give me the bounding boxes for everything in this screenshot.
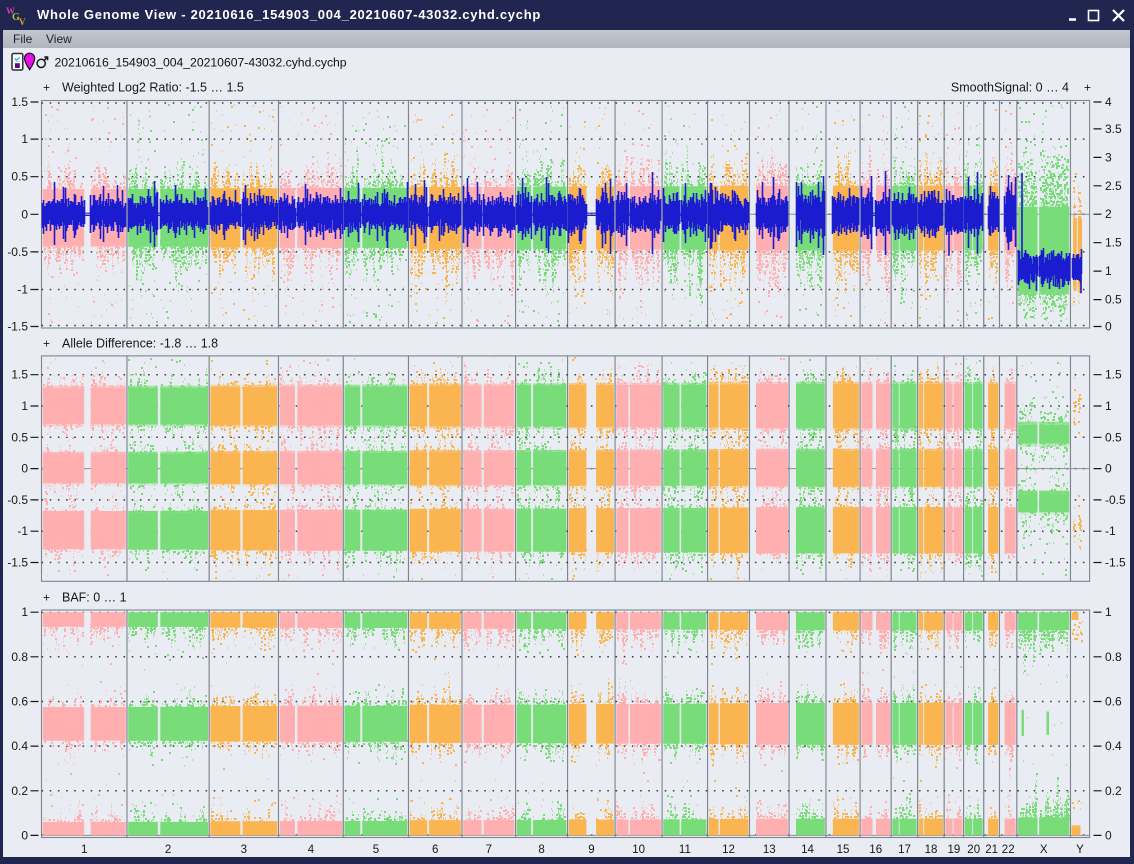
svg-text:0.8: 0.8 xyxy=(11,650,28,664)
svg-text:19: 19 xyxy=(948,844,961,856)
svg-text:-1: -1 xyxy=(1105,524,1116,538)
svg-text:20: 20 xyxy=(967,844,980,856)
svg-text:21: 21 xyxy=(985,844,998,856)
svg-text:0: 0 xyxy=(21,828,28,842)
svg-text:-1: -1 xyxy=(17,283,28,297)
svg-text:0.8: 0.8 xyxy=(1105,650,1122,664)
svg-text:2: 2 xyxy=(1105,207,1112,221)
svg-text:V: V xyxy=(19,17,26,27)
svg-text:1: 1 xyxy=(1105,399,1112,413)
svg-text:3: 3 xyxy=(241,844,247,856)
svg-text:17: 17 xyxy=(898,844,911,856)
svg-text:+: + xyxy=(43,337,50,351)
svg-text:1: 1 xyxy=(81,844,87,856)
svg-text:1: 1 xyxy=(21,605,28,619)
svg-text:0.4: 0.4 xyxy=(11,739,28,753)
svg-text:3.5: 3.5 xyxy=(1105,122,1122,136)
svg-text:1.5: 1.5 xyxy=(11,368,28,382)
svg-text:3: 3 xyxy=(1105,150,1112,164)
svg-text:Allele Difference: -1.8 … 1.8: Allele Difference: -1.8 … 1.8 xyxy=(62,337,218,351)
svg-text:9: 9 xyxy=(588,844,594,856)
svg-text:0.5: 0.5 xyxy=(11,430,28,444)
svg-text:1.5: 1.5 xyxy=(11,95,28,109)
svg-text:22: 22 xyxy=(1002,844,1015,856)
svg-text:14: 14 xyxy=(801,844,814,856)
svg-text:8: 8 xyxy=(538,844,544,856)
svg-text:1: 1 xyxy=(21,399,28,413)
svg-text:0.5: 0.5 xyxy=(11,170,28,184)
svg-text:-0.5: -0.5 xyxy=(7,245,28,259)
svg-text:13: 13 xyxy=(763,844,776,856)
svg-text:20210616_154903_004_20210607-4: 20210616_154903_004_20210607-43032.cyhd.… xyxy=(55,56,347,70)
svg-text:-1.5: -1.5 xyxy=(1105,556,1126,570)
svg-text:0.6: 0.6 xyxy=(11,695,28,709)
svg-text:0.4: 0.4 xyxy=(1105,739,1122,753)
svg-text:SmoothSignal: 0 … 4: SmoothSignal: 0 … 4 xyxy=(951,81,1069,95)
svg-text:7: 7 xyxy=(486,844,492,856)
svg-text:10: 10 xyxy=(632,844,645,856)
svg-text:12: 12 xyxy=(722,844,735,856)
svg-text:0.5: 0.5 xyxy=(1105,293,1122,307)
svg-text:0.2: 0.2 xyxy=(1105,784,1122,798)
svg-text:0.2: 0.2 xyxy=(11,784,28,798)
svg-text:1.5: 1.5 xyxy=(1105,236,1122,250)
svg-text:4: 4 xyxy=(1105,95,1112,109)
svg-text:1: 1 xyxy=(1105,605,1112,619)
svg-text:-1.5: -1.5 xyxy=(7,556,28,570)
svg-text:5: 5 xyxy=(373,844,379,856)
svg-text:4: 4 xyxy=(308,844,315,856)
svg-text:1: 1 xyxy=(21,132,28,146)
svg-text:0.5: 0.5 xyxy=(1105,430,1122,444)
svg-text:0: 0 xyxy=(21,207,28,221)
svg-text:18: 18 xyxy=(925,844,938,856)
svg-text:16: 16 xyxy=(869,844,882,856)
svg-text:+: + xyxy=(1084,81,1091,95)
svg-text:6: 6 xyxy=(432,844,438,856)
svg-text:Weighted Log2 Ratio: -1.5 … 1.: Weighted Log2 Ratio: -1.5 … 1.5 xyxy=(62,81,244,95)
svg-text:15: 15 xyxy=(837,844,850,856)
svg-text:11: 11 xyxy=(679,844,691,856)
svg-text:0: 0 xyxy=(1105,828,1112,842)
svg-text:0: 0 xyxy=(1105,320,1112,334)
svg-text:0.6: 0.6 xyxy=(1105,695,1122,709)
svg-text:1: 1 xyxy=(1105,264,1112,278)
svg-text:Y: Y xyxy=(1076,844,1084,856)
svg-text:2.5: 2.5 xyxy=(1105,179,1122,193)
svg-text:BAF: 0 … 1: BAF: 0 … 1 xyxy=(62,591,127,605)
svg-text:-1: -1 xyxy=(17,524,28,538)
svg-text:-0.5: -0.5 xyxy=(7,493,28,507)
svg-text:-1.5: -1.5 xyxy=(7,320,28,334)
svg-text:1.5: 1.5 xyxy=(1105,368,1122,382)
svg-text:0: 0 xyxy=(21,462,28,476)
svg-text:X: X xyxy=(1040,844,1048,856)
svg-text:+: + xyxy=(43,81,50,95)
svg-text:+: + xyxy=(43,591,50,605)
svg-text:0: 0 xyxy=(1105,462,1112,476)
svg-text:-0.5: -0.5 xyxy=(1105,493,1126,507)
svg-text:2: 2 xyxy=(165,844,171,856)
